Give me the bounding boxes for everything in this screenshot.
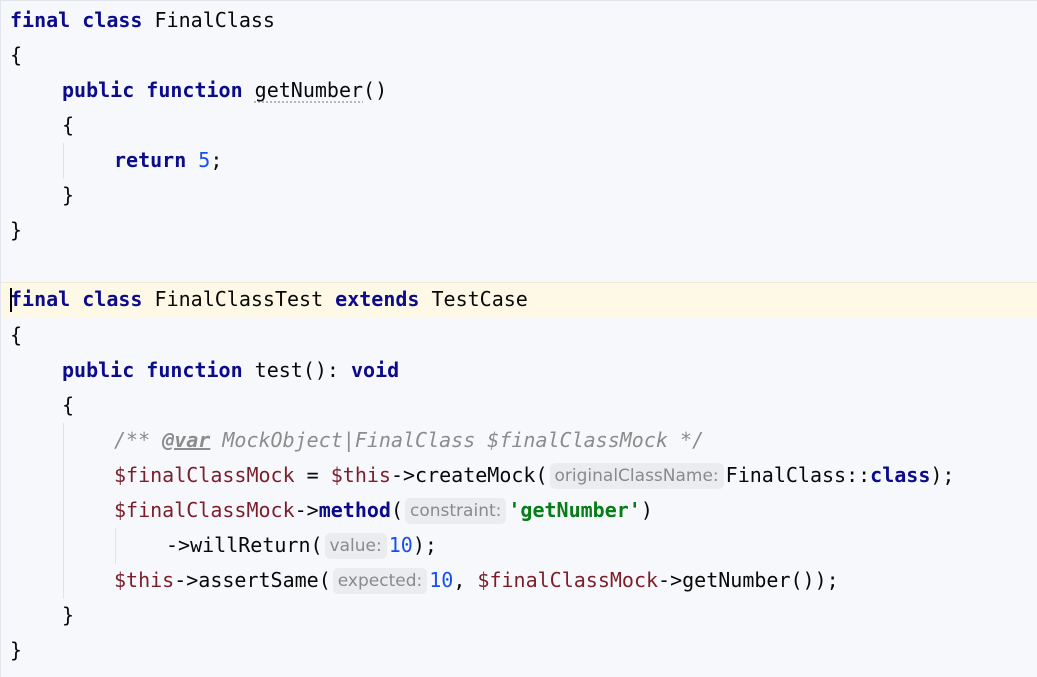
- open-brace: {: [10, 323, 23, 347]
- return-value: 5: [198, 148, 211, 172]
- method-call-end: ->getNumber());: [658, 568, 839, 592]
- comma: ,: [453, 568, 478, 592]
- code-line-current[interactable]: final class FinalClassTest extends TestC…: [1, 282, 1037, 317]
- code-line[interactable]: $this->assertSame(expected: 10, $finalCla…: [1, 563, 1037, 598]
- keyword-extends: extends: [335, 287, 420, 311]
- keyword-class: class: [82, 8, 143, 32]
- code-line[interactable]: }: [1, 178, 1037, 213]
- doc-comment-rest: MockObject|FinalClass $finalClassMock */: [210, 428, 705, 452]
- text-caret: [10, 288, 12, 312]
- doc-tag: @var: [162, 428, 211, 452]
- parameter-hint[interactable]: originalClassName:: [549, 463, 724, 489]
- class-name: FinalClassTest: [154, 287, 324, 311]
- variable: $finalClassMock: [477, 568, 659, 592]
- keyword-public: public: [62, 78, 135, 102]
- parameter-hint[interactable]: value:: [324, 533, 387, 559]
- close-brace: }: [10, 218, 23, 242]
- code-editor[interactable]: final class FinalClass { public function…: [0, 0, 1037, 677]
- code-line[interactable]: }: [1, 598, 1037, 633]
- code-line[interactable]: }: [1, 213, 1037, 248]
- code-line[interactable]: {: [1, 318, 1037, 353]
- code-line[interactable]: {: [1, 108, 1037, 143]
- code-line[interactable]: /** @var MockObject|FinalClass $finalCla…: [1, 423, 1037, 458]
- method-parens: (): [363, 78, 388, 102]
- code-line[interactable]: $finalClassMock->method(constraint:'getN…: [1, 493, 1037, 528]
- method-call: ->createMock(: [390, 463, 548, 487]
- code-line[interactable]: return 5;: [1, 143, 1037, 178]
- keyword-function: function: [146, 78, 243, 102]
- parameter-hint[interactable]: expected:: [332, 568, 428, 594]
- code-line[interactable]: public function test(): void: [1, 353, 1037, 388]
- statement-end: );: [412, 533, 437, 557]
- keyword-class: class: [82, 287, 143, 311]
- keyword-class: class: [870, 463, 931, 487]
- class-name: FinalClass: [154, 8, 275, 32]
- variable: $finalClassMock: [114, 498, 295, 522]
- code-line[interactable]: {: [1, 38, 1037, 73]
- close-paren: ): [640, 498, 653, 522]
- code-line[interactable]: $finalClassMock = $this->createMock(orig…: [1, 458, 1037, 493]
- method-name: method: [318, 498, 391, 522]
- keyword-public: public: [62, 358, 135, 382]
- argument: FinalClass::: [725, 463, 871, 487]
- code-line[interactable]: ->willReturn(value: 10);: [1, 528, 1037, 563]
- open-paren: (: [390, 498, 404, 522]
- keyword-function: function: [146, 358, 243, 382]
- keyword-final: final: [10, 287, 71, 311]
- close-brace: }: [10, 638, 23, 662]
- parameter-hint[interactable]: constraint:: [405, 498, 507, 524]
- semicolon: ;: [210, 148, 223, 172]
- statement-end: );: [930, 463, 955, 487]
- code-line[interactable]: public function getNumber(): [1, 73, 1037, 108]
- assign-operator: =: [294, 463, 331, 487]
- keyword-final: final: [10, 8, 71, 32]
- parent-class: TestCase: [431, 287, 528, 311]
- number-literal: 10: [388, 533, 413, 557]
- string-literal: 'getNumber': [508, 498, 641, 522]
- method-close-brace: }: [62, 603, 75, 627]
- method-close-brace: }: [62, 183, 75, 207]
- method-open-brace: {: [62, 393, 75, 417]
- method-name: getNumber: [254, 78, 364, 102]
- number-literal: 10: [429, 568, 454, 592]
- open-brace: {: [10, 43, 23, 67]
- keyword-return: return: [114, 148, 187, 172]
- this-variable: $this: [330, 463, 391, 487]
- variable: $finalClassMock: [114, 463, 295, 487]
- doc-comment-open: /**: [114, 428, 163, 452]
- arrow-operator: ->: [294, 498, 319, 522]
- code-line[interactable]: final class FinalClass: [1, 3, 1037, 38]
- method-call: ->willReturn(: [166, 533, 323, 557]
- code-line[interactable]: {: [1, 388, 1037, 423]
- code-line[interactable]: }: [1, 633, 1037, 668]
- method-open-brace: {: [62, 113, 75, 137]
- this-variable: $this: [114, 568, 175, 592]
- method-call: ->assertSame(: [174, 568, 331, 592]
- return-type: void: [351, 358, 400, 382]
- method-signature: test():: [254, 358, 351, 382]
